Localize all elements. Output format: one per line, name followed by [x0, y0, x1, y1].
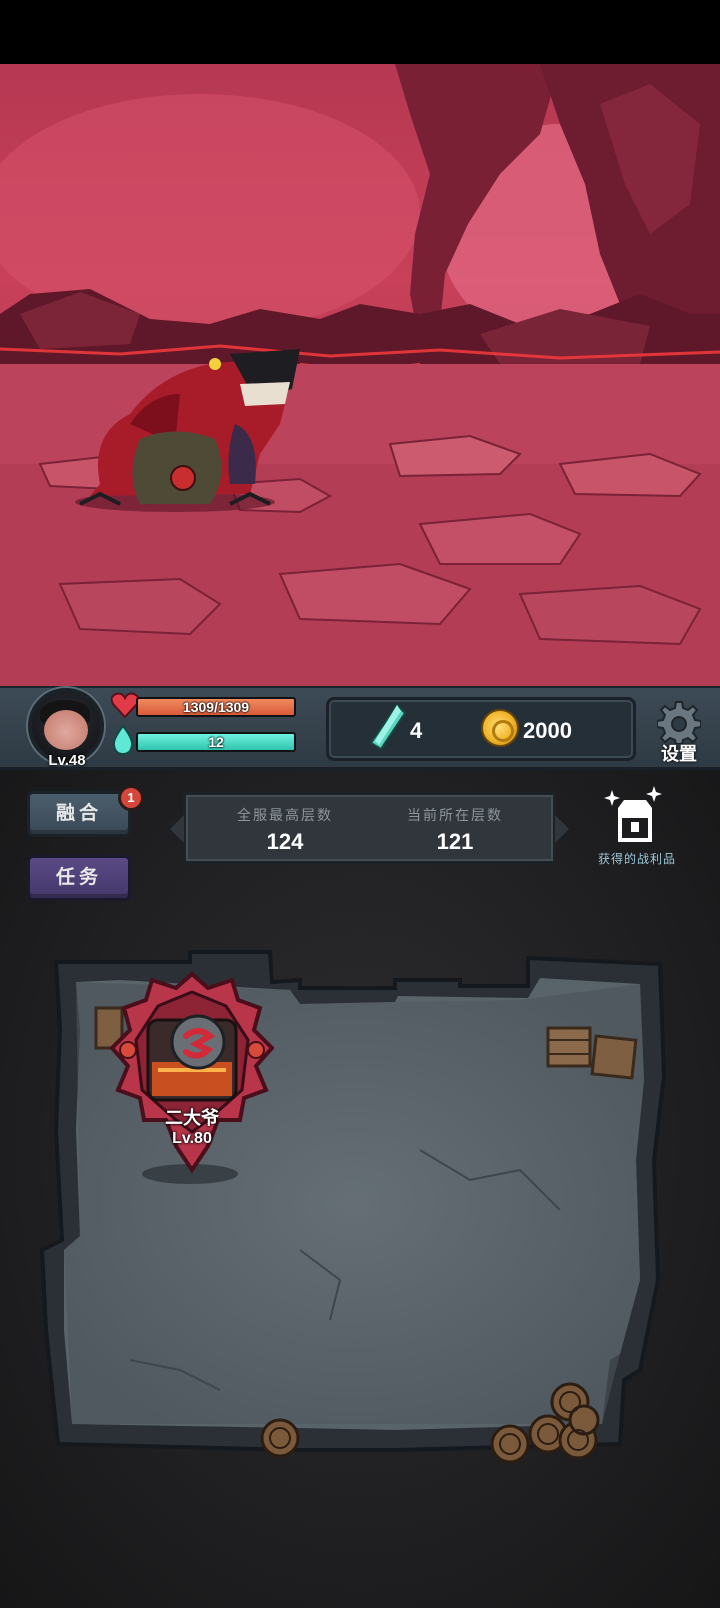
- floor-stats-panel: 全服最高层数 124 当前所在层数 121: [170, 792, 569, 864]
- battle-background: [0, 64, 720, 686]
- gear-icon: [657, 701, 701, 744]
- mp-bar: 12: [136, 732, 296, 752]
- hero-level: Lv.80: [172, 1130, 212, 1147]
- hero-emblem-icon[interactable]: [108, 970, 276, 1180]
- settings-label: 设置: [661, 744, 697, 764]
- mp-text: 12: [208, 734, 224, 750]
- hp-bar: 1309/1309: [136, 697, 296, 717]
- player-level: Lv.48: [48, 752, 86, 769]
- task-button[interactable]: 任务: [27, 855, 131, 901]
- battle-scene: [0, 64, 720, 686]
- mana-drop-icon: [112, 725, 134, 755]
- server-best-floor-label: 全服最高层数: [237, 807, 333, 823]
- hero-name: 二大爷: [165, 1108, 219, 1128]
- settings-button[interactable]: 设置: [651, 700, 707, 764]
- hp-text: 1309/1309: [182, 699, 250, 715]
- loot-button[interactable]: 获得的战利品: [590, 786, 690, 876]
- fuse-notification-badge: 1: [118, 785, 144, 811]
- loot-label: 获得的战利品: [597, 852, 676, 866]
- crystal-count: 4: [410, 718, 423, 743]
- treasure-chest-icon: [604, 786, 662, 842]
- gold-coin-icon: [481, 709, 519, 747]
- heart-icon: [111, 692, 139, 718]
- server-best-floor-value: 124: [266, 829, 304, 854]
- status-bar-area: [0, 0, 720, 64]
- crystal-icon: [369, 703, 407, 751]
- fuse-button[interactable]: 融合: [27, 791, 131, 837]
- current-floor-label: 当前所在层数: [407, 807, 503, 823]
- current-floor-value: 121: [436, 829, 474, 854]
- gold-count: 2000: [523, 718, 572, 743]
